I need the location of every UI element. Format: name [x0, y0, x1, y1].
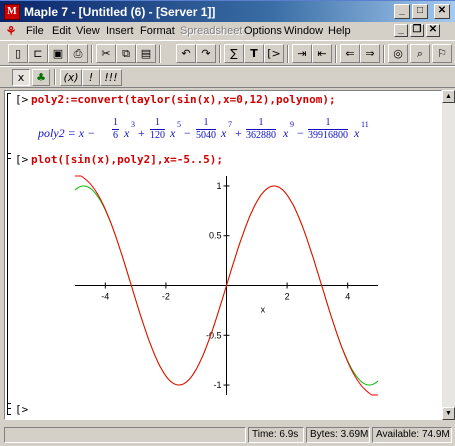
math-mode-icon[interactable]: (x)	[60, 69, 82, 86]
x-tick-label: -4	[101, 292, 109, 302]
y-tick-label: -0.5	[206, 330, 222, 340]
doc-close-button[interactable]: ✕	[426, 24, 440, 37]
minimize-button[interactable]: _	[394, 4, 410, 19]
zoom-icon[interactable]: ⌕	[410, 44, 430, 63]
worksheet[interactable]: [> poly2:=convert(taylor(sin(x),x=0,12),…	[4, 90, 442, 420]
menu-spreadsheet[interactable]: Spreadsheet	[180, 25, 242, 37]
status-available: Available: 74.9M	[372, 427, 452, 443]
execute-icon[interactable]: !	[82, 69, 100, 86]
print-icon[interactable]: ⎙	[68, 44, 88, 63]
open-icon[interactable]: ⊏	[28, 44, 48, 63]
input-line-1[interactable]: poly2:=convert(taylor(sin(x),x=0,12),pol…	[31, 93, 336, 106]
output-math: poly2 = x − 16 x3 + 1 120 x5 − 1 5040 x7 +…	[38, 117, 369, 141]
scroll-up-icon[interactable]: ▲	[442, 90, 455, 103]
x-tick-label: 2	[285, 292, 290, 302]
maximize-button[interactable]: □	[412, 4, 428, 19]
status-time: Time: 6.9s	[248, 427, 304, 443]
menu-window[interactable]: Window	[284, 25, 323, 37]
outdent-icon[interactable]: ⇤	[312, 44, 332, 63]
plot-region[interactable]: -4 -2 2 4 -1 -0.5 0.5 1 x	[5, 171, 435, 407]
status-bytes: Bytes: 3.69M	[306, 427, 370, 443]
menu-file[interactable]: File	[26, 25, 44, 37]
indent-icon[interactable]: ⇥	[292, 44, 312, 63]
back-icon[interactable]: ⇐	[340, 44, 360, 63]
execute-all-icon[interactable]: !!!	[100, 69, 122, 86]
undo-icon[interactable]: ↶	[176, 44, 196, 63]
sigma-icon[interactable]: ∑	[224, 44, 244, 63]
context-toolbar: x ♣ (x) ! !!!	[0, 66, 455, 88]
restart-icon[interactable]: ⚐	[432, 44, 452, 63]
prompt-1: [>	[15, 93, 29, 106]
stop-icon[interactable]: ◎	[388, 44, 408, 63]
menu-format[interactable]: Format	[140, 25, 175, 37]
input-line-2[interactable]: plot([sin(x),poly2],x=-5..5);	[31, 153, 223, 166]
maple-input-icon[interactable]: x	[12, 69, 30, 86]
y-tick-label: 1	[216, 181, 221, 191]
y-tick-label: -1	[213, 380, 221, 390]
doc-minimize-button[interactable]: _	[394, 24, 408, 37]
title-bar: M Maple 7 - [Untitled (6) - [Server 1]] …	[0, 0, 455, 22]
paste-icon[interactable]: ▤	[136, 44, 156, 63]
status-bar: Time: 6.9s Bytes: 3.69M Available: 74.9M	[0, 424, 455, 446]
prompt-icon[interactable]: [>	[264, 44, 284, 63]
vertical-scrollbar[interactable]: ▲ ▼	[442, 90, 455, 420]
copy-icon[interactable]: ⧉	[116, 44, 136, 63]
window-title: Maple 7 - [Untitled (6) - [Server 1]]	[24, 5, 216, 19]
main-toolbar: ▯ ⊏ ▣ ⎙ ✂ ⧉ ▤ ↶ ↷ ∑ T [> ⇥ ⇤ ⇐ ⇒ ◎ ⌕ ⚐	[0, 40, 455, 66]
menu-help[interactable]: Help	[328, 25, 351, 37]
y-tick-label: 0.5	[209, 231, 222, 241]
cut-icon[interactable]: ✂	[96, 44, 116, 63]
prompt-2: [>	[15, 153, 29, 166]
redo-icon[interactable]: ↷	[196, 44, 216, 63]
x-tick-label: 4	[345, 292, 350, 302]
text-mode-icon[interactable]: T	[244, 44, 264, 63]
menu-options[interactable]: Options	[244, 25, 282, 37]
new-icon[interactable]: ▯	[8, 44, 28, 63]
maple-app-icon[interactable]: M	[4, 4, 20, 20]
save-icon[interactable]: ▣	[48, 44, 68, 63]
menu-bar: ⚘ File Edit View Insert Format Spreadshe…	[0, 22, 455, 40]
scroll-down-icon[interactable]: ▼	[442, 407, 455, 420]
prompt-3[interactable]: [>	[15, 403, 28, 416]
forward-icon[interactable]: ⇒	[360, 44, 380, 63]
x-axis-label: x	[261, 305, 266, 315]
menu-view[interactable]: View	[76, 25, 100, 37]
doc-restore-button[interactable]: ❐	[410, 24, 424, 37]
document-menu-icon[interactable]: ⚘	[4, 24, 18, 38]
maple-leaf-icon[interactable]: ♣	[32, 69, 50, 86]
x-tick-label: -2	[162, 292, 170, 302]
menu-edit[interactable]: Edit	[52, 25, 71, 37]
close-button[interactable]: ✕	[434, 4, 450, 19]
menu-insert[interactable]: Insert	[106, 25, 134, 37]
output-poly2: poly2 = x −	[38, 126, 96, 140]
